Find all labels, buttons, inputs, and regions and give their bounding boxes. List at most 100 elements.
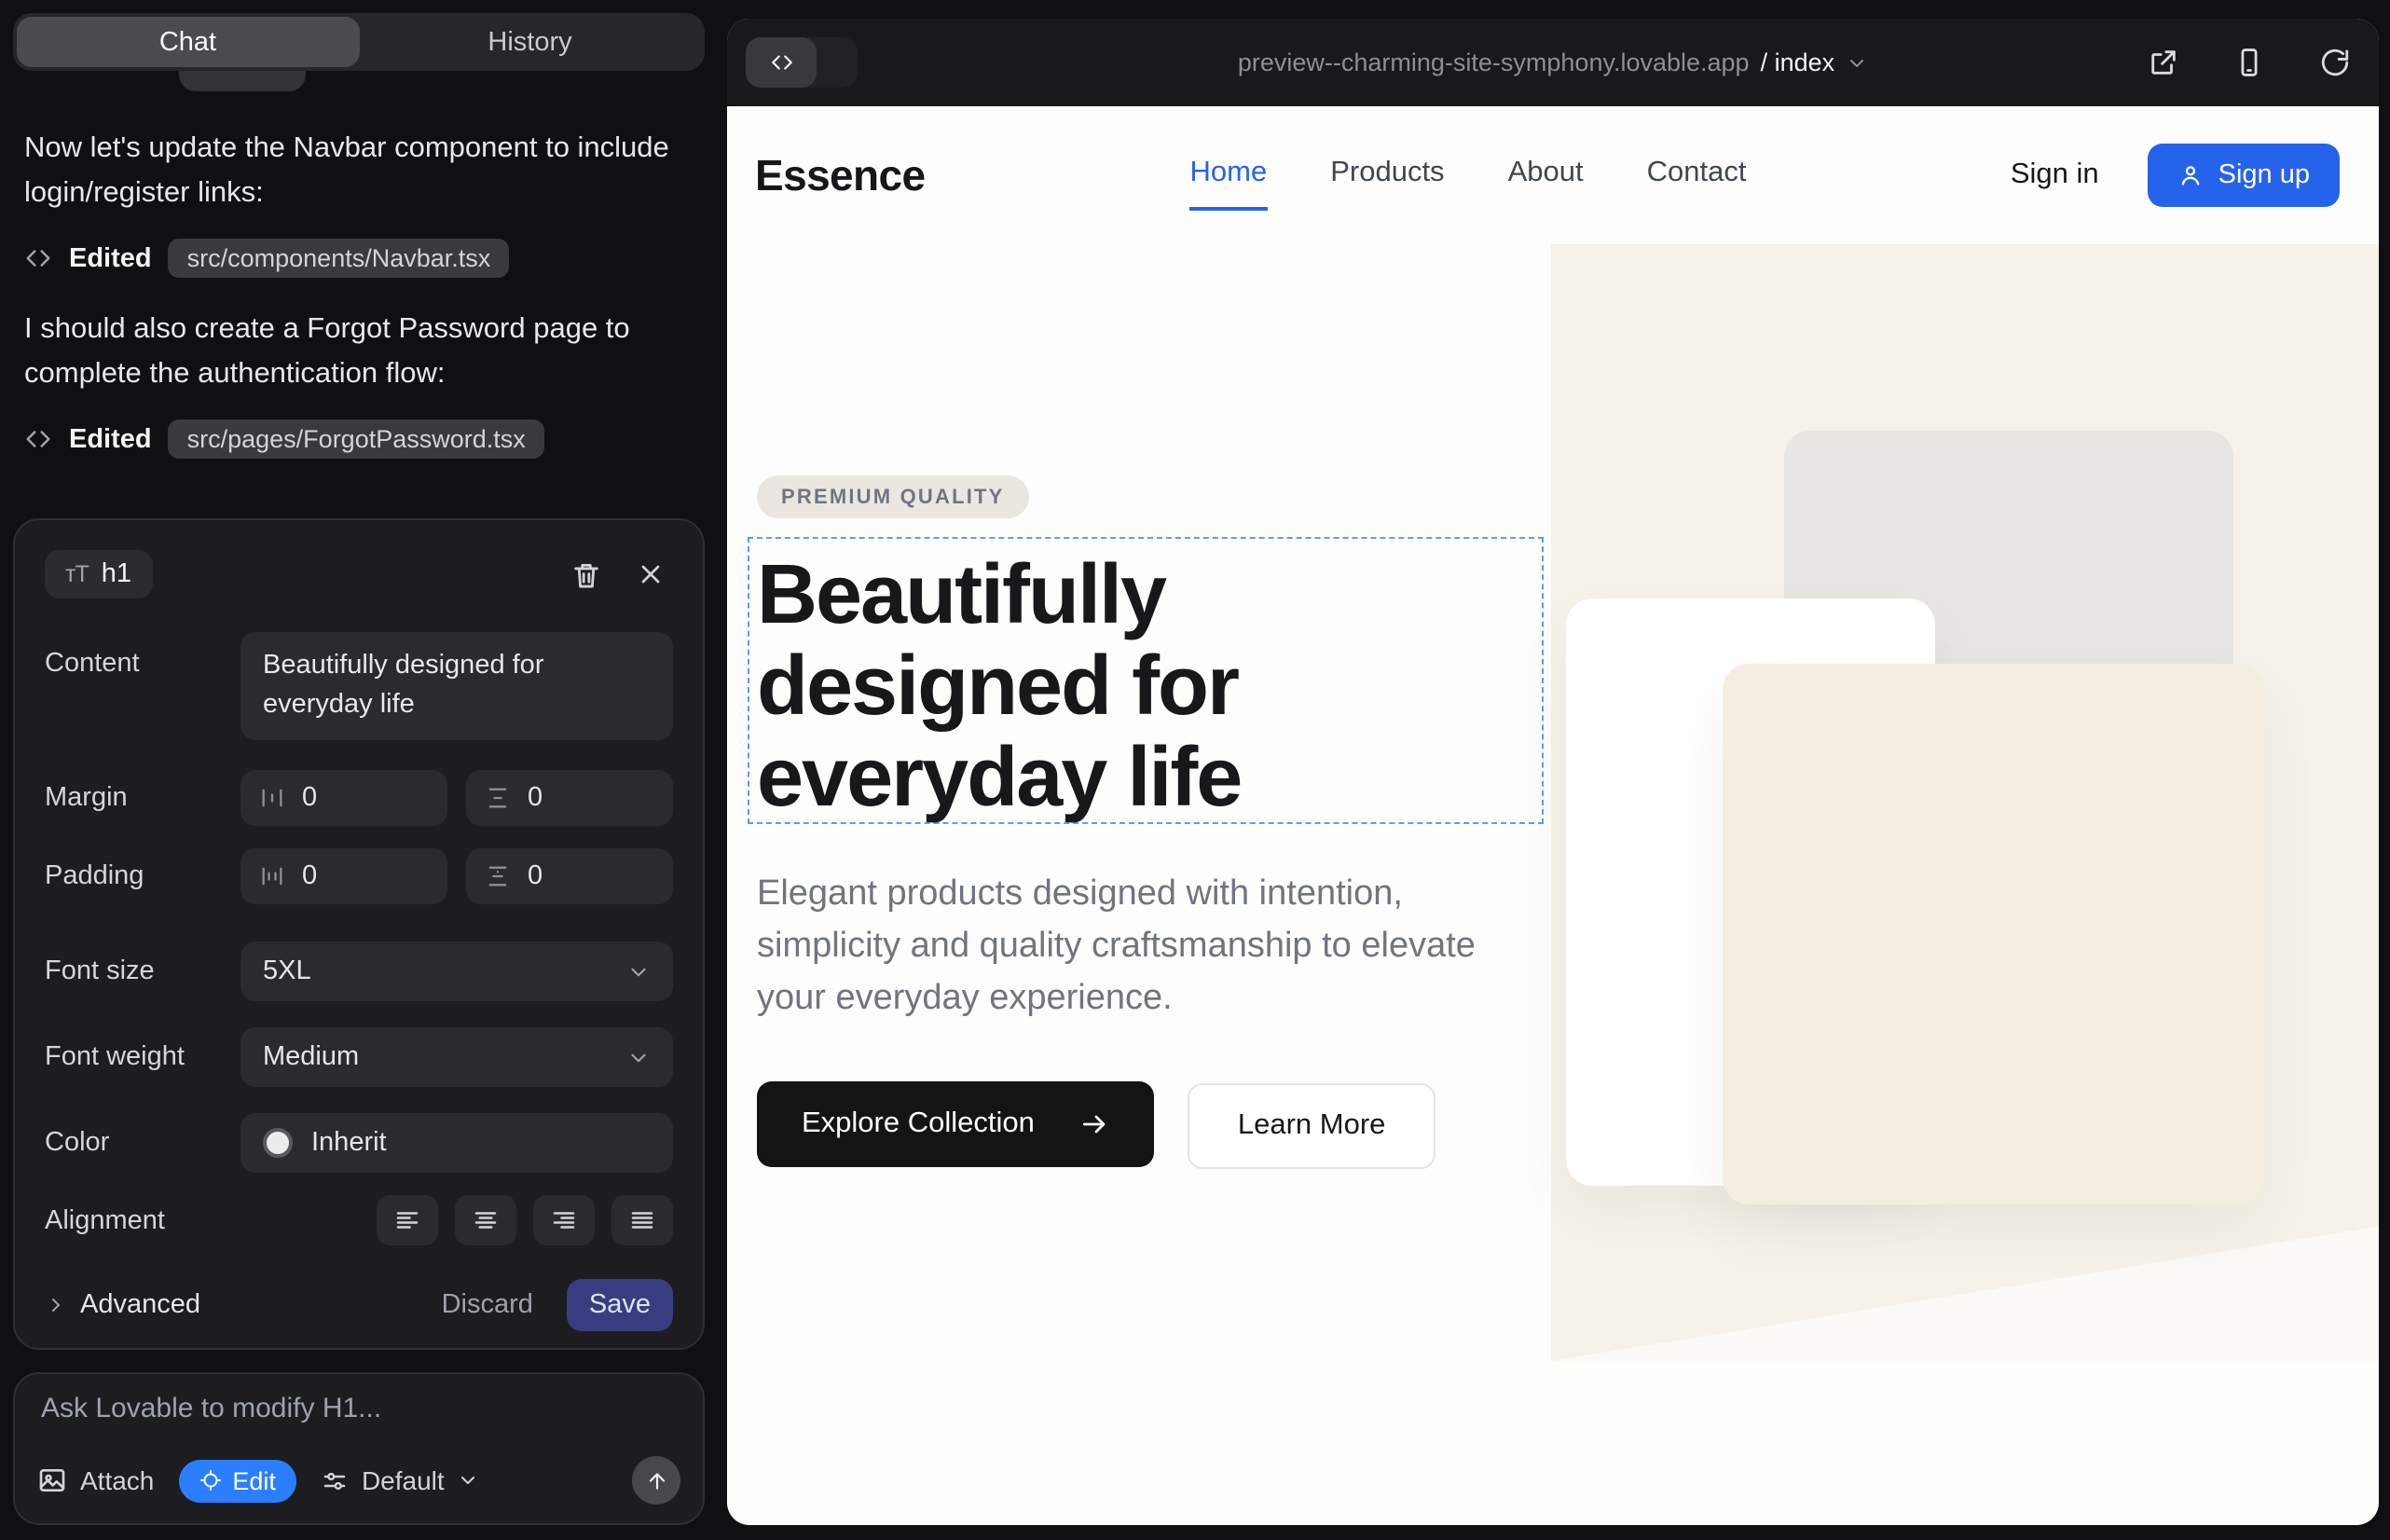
file-chip-forgot-password[interactable]: src/pages/ForgotPassword.tsx bbox=[169, 419, 544, 459]
element-tag: h1 bbox=[102, 559, 131, 589]
margin-y-field[interactable] bbox=[466, 770, 673, 826]
explore-collection-button[interactable]: Explore Collection bbox=[757, 1081, 1154, 1167]
edited-label: Edited bbox=[69, 243, 152, 273]
content-input[interactable]: Beautifully designed for everyday life bbox=[240, 632, 673, 740]
align-left-icon bbox=[393, 1206, 421, 1234]
nav-link-about[interactable]: About bbox=[1508, 140, 1584, 211]
font-weight-value: Medium bbox=[263, 1042, 626, 1072]
site-brand[interactable]: Essence bbox=[755, 150, 926, 200]
font-weight-label: Font weight bbox=[45, 1042, 240, 1072]
padding-y-field[interactable] bbox=[466, 848, 673, 904]
align-justify-icon bbox=[628, 1206, 656, 1234]
chat-sidebar: Chat History Now let's update the Navbar… bbox=[0, 0, 725, 1540]
decorative-card-beige bbox=[1723, 664, 2263, 1204]
model-default-button[interactable]: Default bbox=[321, 1465, 480, 1495]
margin-x-input[interactable] bbox=[302, 783, 429, 813]
mobile-view-button[interactable] bbox=[2230, 43, 2269, 82]
arrow-right-icon bbox=[1079, 1109, 1109, 1139]
content-label: Content bbox=[45, 632, 240, 679]
preview-url[interactable]: preview--charming-site-symphony.lovable.… bbox=[727, 19, 2379, 106]
chevron-down-icon bbox=[1846, 51, 1868, 74]
quality-badge: PREMIUM QUALITY bbox=[757, 475, 1029, 518]
arrow-up-icon bbox=[644, 1468, 668, 1492]
advanced-toggle[interactable]: Advanced bbox=[45, 1290, 200, 1320]
nav-link-home[interactable]: Home bbox=[1190, 140, 1268, 211]
edited-label: Edited bbox=[69, 424, 152, 454]
explore-label: Explore Collection bbox=[802, 1107, 1035, 1141]
align-right-icon bbox=[550, 1206, 578, 1234]
url-path: / index bbox=[1761, 48, 1835, 76]
hero-headline[interactable]: Beautifully designed for everyday life bbox=[757, 548, 1372, 822]
sidebar-tabs: Chat History bbox=[13, 13, 705, 71]
chevron-down-icon bbox=[626, 1045, 651, 1069]
delete-element-button[interactable] bbox=[563, 551, 610, 598]
site-navbar: Essence Home Products About Contact Sign… bbox=[727, 106, 2379, 244]
padding-y-icon bbox=[485, 863, 511, 889]
margin-x-icon bbox=[259, 785, 285, 811]
file-chip-navbar[interactable]: src/components/Navbar.tsx bbox=[169, 239, 510, 278]
learn-more-button[interactable]: Learn More bbox=[1188, 1083, 1436, 1169]
nav-link-products[interactable]: Products bbox=[1330, 140, 1444, 211]
color-label: Color bbox=[45, 1128, 240, 1158]
align-center-button[interactable] bbox=[455, 1195, 516, 1245]
align-justify-button[interactable] bbox=[611, 1195, 673, 1245]
assistant-message: I should also create a Forgot Password p… bbox=[24, 308, 699, 395]
font-size-select[interactable]: 5XL bbox=[240, 942, 673, 1001]
send-button[interactable] bbox=[632, 1456, 680, 1505]
margin-label: Margin bbox=[45, 783, 240, 813]
advanced-label: Advanced bbox=[80, 1290, 200, 1320]
hero-cta-row: Explore Collection Learn More bbox=[757, 1081, 1435, 1169]
signin-link[interactable]: Sign in bbox=[2011, 158, 2099, 192]
attach-icon bbox=[37, 1465, 67, 1495]
color-swatch bbox=[263, 1128, 293, 1158]
color-select[interactable]: Inherit bbox=[240, 1113, 673, 1173]
signup-button[interactable]: Sign up bbox=[2148, 144, 2340, 207]
padding-y-input[interactable] bbox=[528, 861, 654, 891]
refresh-button[interactable] bbox=[2315, 43, 2355, 82]
attach-button[interactable]: Attach bbox=[37, 1465, 154, 1495]
padding-x-field[interactable] bbox=[240, 848, 447, 904]
preview-pane: preview--charming-site-symphony.lovable.… bbox=[727, 19, 2379, 1525]
font-weight-select[interactable]: Medium bbox=[240, 1027, 673, 1087]
chat-input[interactable] bbox=[41, 1393, 677, 1452]
hero-description: Elegant products designed with intention… bbox=[757, 869, 1503, 1025]
open-external-button[interactable] bbox=[2144, 43, 2183, 82]
close-editor-button[interactable] bbox=[628, 552, 673, 597]
edited-file-row: Edited src/components/Navbar.tsx bbox=[24, 239, 699, 278]
edited-file-row: Edited src/pages/ForgotPassword.tsx bbox=[24, 419, 699, 459]
chevron-down-icon bbox=[626, 959, 651, 983]
padding-x-input[interactable] bbox=[302, 861, 429, 891]
editor-header: тT h1 bbox=[45, 546, 673, 602]
edit-label: Edit bbox=[232, 1466, 276, 1494]
nav-link-contact[interactable]: Contact bbox=[1647, 140, 1747, 211]
default-label: Default bbox=[362, 1465, 445, 1495]
chat-composer: Attach Edit Default bbox=[13, 1372, 705, 1525]
chevron-right-icon bbox=[45, 1294, 67, 1316]
padding-label: Padding bbox=[45, 861, 240, 891]
assistant-message: Now let's update the Navbar component to… bbox=[24, 127, 699, 214]
margin-y-input[interactable] bbox=[528, 783, 654, 813]
save-button[interactable]: Save bbox=[567, 1279, 673, 1331]
font-size-value: 5XL bbox=[263, 956, 626, 986]
edit-mode-button[interactable]: Edit bbox=[178, 1459, 296, 1502]
align-left-button[interactable] bbox=[377, 1195, 438, 1245]
margin-x-field[interactable] bbox=[240, 770, 447, 826]
discard-button[interactable]: Discard bbox=[442, 1290, 533, 1320]
element-tag-selector[interactable]: тT h1 bbox=[45, 550, 152, 598]
edit-target-icon bbox=[199, 1469, 221, 1492]
site-nav-links: Home Products About Contact bbox=[1190, 140, 1747, 211]
signup-label: Sign up bbox=[2218, 160, 2310, 190]
code-icon bbox=[24, 244, 52, 272]
text-style-icon: тT bbox=[65, 561, 89, 587]
element-editor-panel: тT h1 Content Beautifully designed for e… bbox=[13, 518, 705, 1350]
font-size-label: Font size bbox=[45, 956, 240, 986]
chat-messages: Now let's update the Navbar component to… bbox=[24, 97, 699, 459]
margin-y-icon bbox=[485, 785, 511, 811]
preview-toolbar: preview--charming-site-symphony.lovable.… bbox=[727, 19, 2379, 106]
chevron-down-icon bbox=[458, 1469, 480, 1492]
align-right-button[interactable] bbox=[533, 1195, 595, 1245]
sliders-icon bbox=[321, 1466, 349, 1494]
tab-history[interactable]: History bbox=[359, 17, 701, 67]
padding-x-icon bbox=[259, 863, 285, 889]
tab-chat[interactable]: Chat bbox=[17, 17, 359, 67]
